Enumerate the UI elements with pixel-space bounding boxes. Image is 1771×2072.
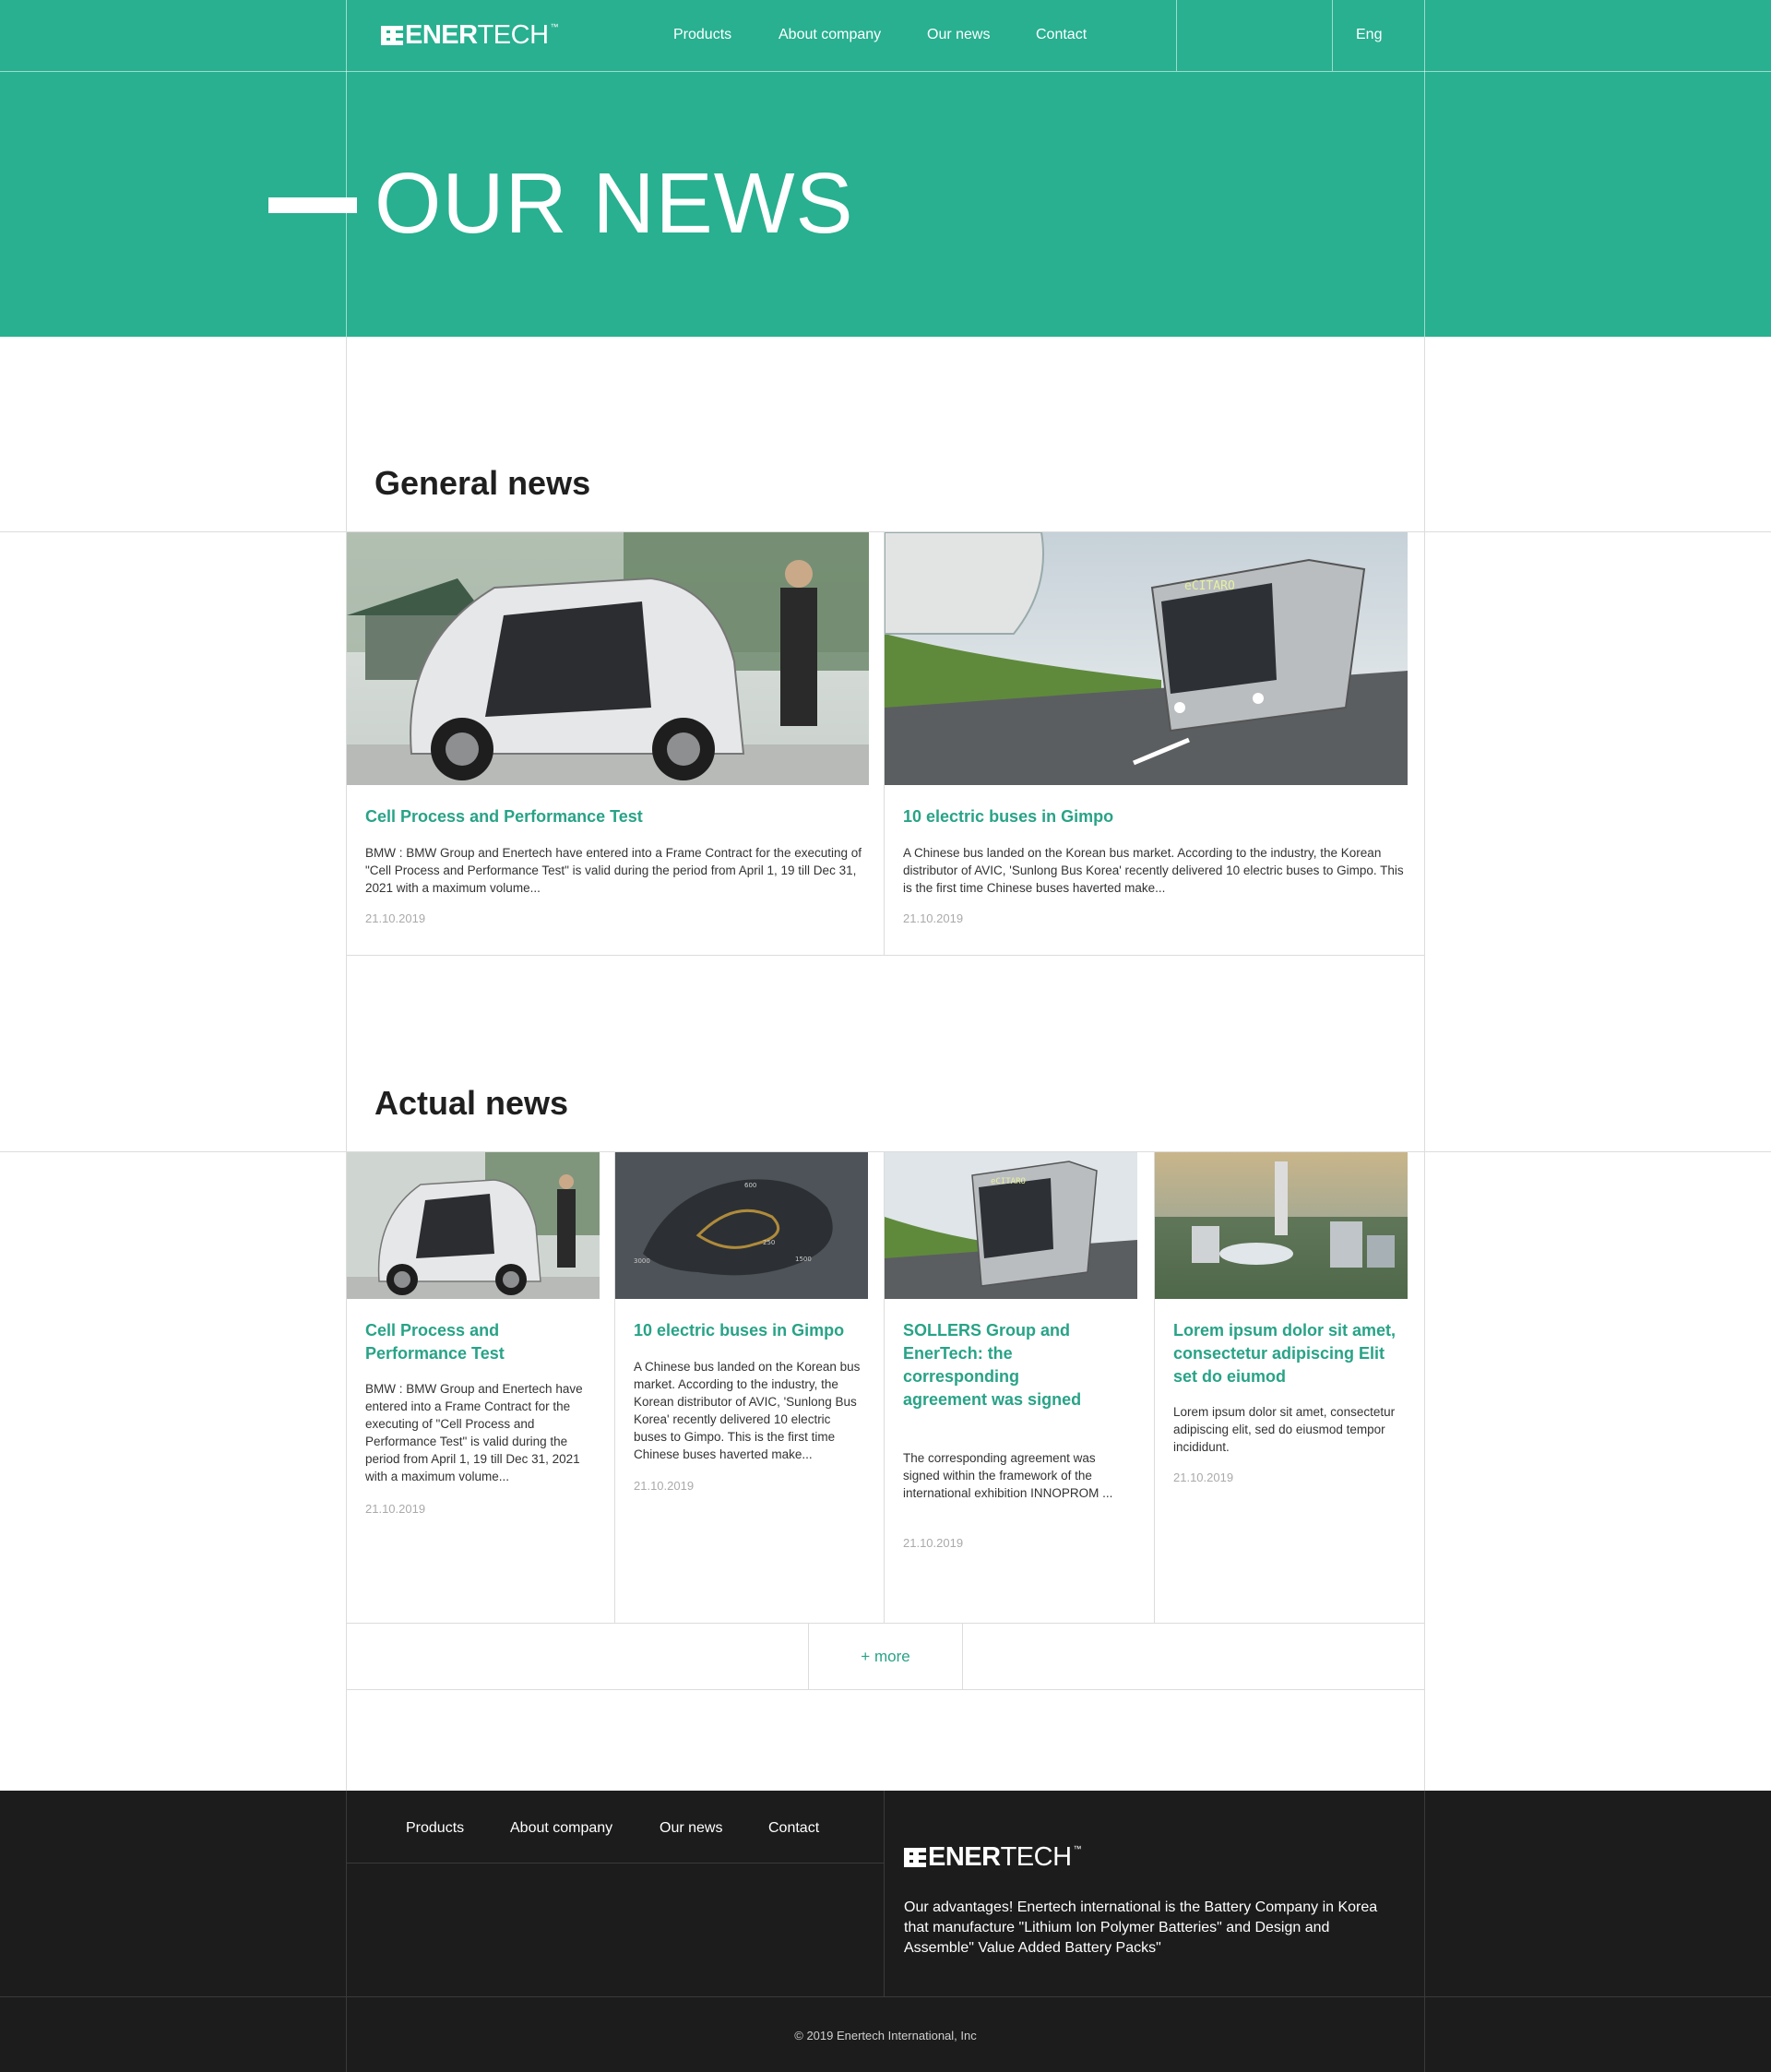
bus-destination-sign: eCITARO [1184,579,1235,593]
news-date: 21.10.2019 [903,911,964,925]
footer-logo[interactable]: ENERTECH ™ [904,1844,1082,1871]
nav-contact[interactable]: Contact [1036,25,1087,45]
nav-our-news[interactable]: Our news [927,25,990,45]
grid-line [0,1996,1771,1997]
news-image-city-aerial[interactable] [1155,1152,1408,1299]
logo-mark-icon [381,26,403,45]
news-excerpt: A Chinese bus landed on the Korean bus m… [634,1360,861,1461]
footer-description: Our advantages! Enertech international i… [904,1899,1378,1956]
logo-text-light: TECH [1000,1842,1072,1872]
news-title[interactable]: Cell Process and Performance Test [365,805,643,828]
logo-trademark: ™ [550,22,559,31]
news-title[interactable]: 10 electric buses in Gimpo [634,1319,855,1342]
news-card[interactable]: Lorem ipsum dolor sit amet, consectetur … [1155,1152,1408,1623]
copyright: © 2019 Enertech International, Inc [794,2029,977,2042]
map-label: 1500 [795,1256,812,1263]
hero-dash-decoration [268,197,357,213]
news-card[interactable]: Cell Process and Performance Test BMW : … [347,1152,600,1623]
news-date: 21.10.2019 [1173,1471,1234,1484]
news-date: 21.10.2019 [365,1502,426,1516]
grid-line [1424,0,1425,337]
news-image-electric-car[interactable] [347,1152,600,1299]
page-title: OUR NEWS [374,155,854,251]
news-excerpt: BMW : BMW Group and Enertech have entere… [365,1382,583,1483]
grid-line [346,1863,884,1864]
news-image-electric-car[interactable] [347,532,869,785]
news-date: 21.10.2019 [634,1479,695,1493]
news-card[interactable]: eCITARO 10 electric buses in Gimpo A Chi… [885,532,1408,955]
news-title[interactable]: 10 electric buses in Gimpo [903,805,1113,828]
grid-line [1424,337,1425,1791]
news-excerpt: The corresponding agreement was signed w… [903,1451,1113,1500]
logo-text-bold: ENER [928,1842,1001,1872]
news-title[interactable]: Cell Process and Performance Test [365,1319,587,1365]
header-divider [0,71,1771,72]
news-excerpt: A Chinese bus landed on the Korean bus m… [903,846,1404,895]
logo-text-light: TECH [477,20,549,50]
news-title[interactable]: Lorem ipsum dolor sit amet, consectetur … [1173,1319,1404,1388]
hero-banner: ENERTECH ™ Products About company Our ne… [0,0,1771,337]
footer-nav-products[interactable]: Products [406,1818,464,1839]
news-card[interactable]: 600 3000 1500 250 10 electric buses in G… [615,1152,868,1623]
logo-mark-icon [904,1848,926,1867]
news-card[interactable]: Cell Process and Performance Test BMW : … [347,532,869,955]
news-excerpt: BMW : BMW Group and Enertech have entere… [365,846,862,895]
news-image-electric-bus[interactable]: eCITARO [885,1152,1137,1299]
logo[interactable]: ENERTECH ™ [381,22,559,49]
grid-line [884,1791,885,1996]
footer: Products About company Our news Contact … [0,1791,1771,2072]
map-label: 250 [763,1239,775,1246]
section-title-actual-news: Actual news [374,1084,569,1122]
news-image-map-visualization[interactable]: 600 3000 1500 250 [615,1152,868,1299]
news-excerpt: Lorem ipsum dolor sit amet, consectetur … [1173,1405,1396,1454]
grid-line [1176,0,1177,71]
news-card[interactable]: eCITARO SOLLERS Group and EnerTech: the … [885,1152,1137,1623]
map-label: 3000 [634,1257,650,1265]
logo-text-bold: ENER [405,20,478,50]
nav-products[interactable]: Products [673,25,731,45]
logo-trademark: ™ [1073,1844,1082,1853]
footer-nav-our-news[interactable]: Our news [660,1818,722,1839]
news-date: 21.10.2019 [365,911,426,925]
more-news-button[interactable]: + more [808,1624,963,1689]
news-date: 21.10.2019 [903,1536,964,1550]
news-title[interactable]: SOLLERS Group and EnerTech: the correspo… [903,1319,1088,1411]
grid-line [346,0,347,337]
grid-line [1332,0,1333,71]
grid-line [346,1689,1424,1690]
map-label: 600 [744,1182,756,1189]
bus-destination-sign: eCITARO [991,1177,1026,1186]
news-image-electric-bus[interactable]: eCITARO [885,532,1408,785]
footer-nav-contact[interactable]: Contact [768,1818,819,1839]
footer-nav-about-company[interactable]: About company [510,1818,612,1839]
nav-about-company[interactable]: About company [779,25,881,45]
section-title-general-news: General news [374,464,591,502]
grid-line [346,955,1424,956]
language-switcher[interactable]: Eng [1356,25,1382,45]
